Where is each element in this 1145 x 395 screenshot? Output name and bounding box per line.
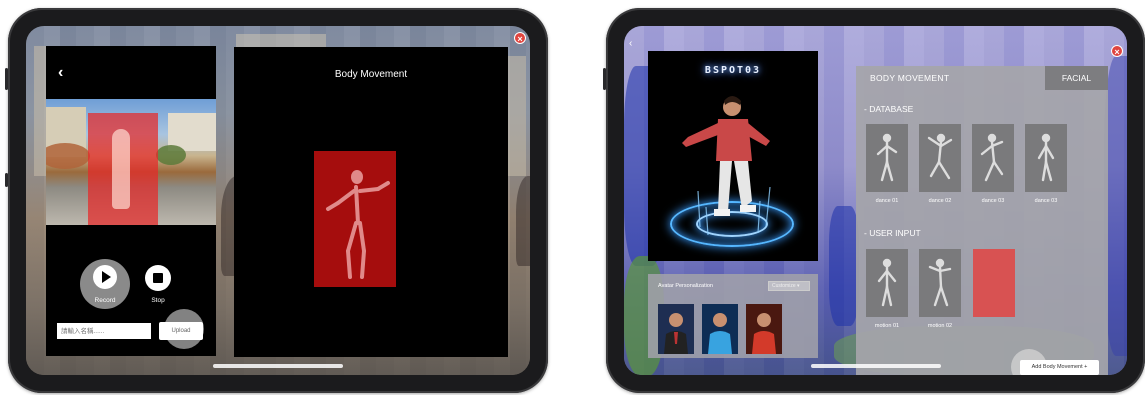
upload-button[interactable]: Upload [159, 322, 203, 340]
avatar-suit-option[interactable] [658, 304, 694, 354]
volume-button [5, 68, 8, 90]
mannequin-preview [314, 151, 396, 287]
avatar-blue-option[interactable] [702, 304, 738, 354]
tab-facial[interactable]: FACIAL [1045, 66, 1108, 90]
new-motion-slot[interactable] [973, 249, 1015, 317]
panel-title: Body Movement [334, 69, 408, 80]
screenshot-canvas: × ‹ Record Stop 請輸入名稱...... Upload Body … [0, 0, 1145, 395]
home-indicator [810, 364, 941, 368]
mannequin-icon [877, 258, 897, 307]
database-item-label: dance 03 [981, 198, 1005, 204]
back-button[interactable]: ‹ [629, 38, 632, 49]
persona-title: Avatar Personalization [658, 283, 713, 289]
library-title: BODY MOVEMENT [870, 73, 950, 83]
right-tablet-screen: × ‹ BSPOT03 Avatar Personalization Custo… [624, 26, 1127, 375]
mannequin-icon [928, 258, 952, 307]
database-item[interactable] [1025, 124, 1067, 192]
user-input-heading: - USER INPUT [864, 228, 921, 238]
left-tablet-screen: × ‹ Record Stop 請輸入名稱...... Upload Body … [26, 26, 530, 375]
dancer-silhouette [112, 129, 130, 209]
database-item[interactable] [919, 124, 961, 192]
chevron-left-icon: ‹ [58, 64, 64, 81]
database-item[interactable] [866, 124, 908, 192]
chevron-left-icon: ‹ [629, 38, 633, 49]
avatar-figure [682, 96, 771, 236]
add-body-movement-button[interactable]: Add Body Movement + [1020, 360, 1099, 375]
user-motion-item[interactable] [919, 249, 961, 317]
user-motion-item[interactable] [866, 249, 908, 317]
back-button[interactable]: ‹ [58, 64, 63, 82]
body-movement-library: BODY MOVEMENT FACIAL - DATABASE dance 01… [856, 66, 1108, 375]
library-header: BODY MOVEMENT FACIAL [856, 66, 1108, 90]
recording-panel: ‹ Record Stop Upload [46, 46, 216, 356]
avatar-red-option[interactable] [746, 304, 782, 354]
mannequin-icon [876, 133, 898, 182]
database-item[interactable] [972, 124, 1014, 192]
name-input[interactable] [57, 323, 151, 339]
user-motion-label: motion 01 [874, 323, 900, 329]
record-label: Record [94, 297, 116, 304]
stop-label: Stop [151, 297, 165, 304]
home-indicator [213, 364, 343, 368]
body-movement-panel: Body Movement [234, 47, 508, 357]
close-icon[interactable]: × [514, 32, 526, 44]
database-item-label: dance 01 [875, 198, 899, 204]
database-heading: - DATABASE [864, 104, 914, 114]
right-tablet-frame: × ‹ BSPOT03 Avatar Personalization Custo… [603, 8, 1145, 393]
left-tablet-frame: × ‹ Record Stop 請輸入名稱...... Upload Body … [5, 8, 548, 393]
avatar-personalization-panel: Avatar Personalization Customize ▾ [648, 274, 818, 358]
customize-select[interactable]: Customize ▾ [768, 281, 810, 291]
stop-button[interactable] [145, 265, 171, 291]
volume-button [603, 68, 606, 90]
mannequin-icon [980, 133, 1004, 182]
close-icon[interactable]: × [1111, 45, 1123, 57]
side-button [5, 173, 8, 187]
mannequin-icon [927, 133, 953, 180]
avatar-preview: BSPOT03 [648, 51, 818, 261]
video-preview [46, 99, 216, 225]
play-icon [93, 265, 117, 289]
user-motion-label: motion 02 [927, 323, 953, 329]
mannequin-icon [1037, 133, 1055, 182]
database-item-label: dance 03 [1034, 198, 1058, 204]
mannequin-icon [326, 170, 390, 279]
database-item-label: dance 02 [928, 198, 952, 204]
